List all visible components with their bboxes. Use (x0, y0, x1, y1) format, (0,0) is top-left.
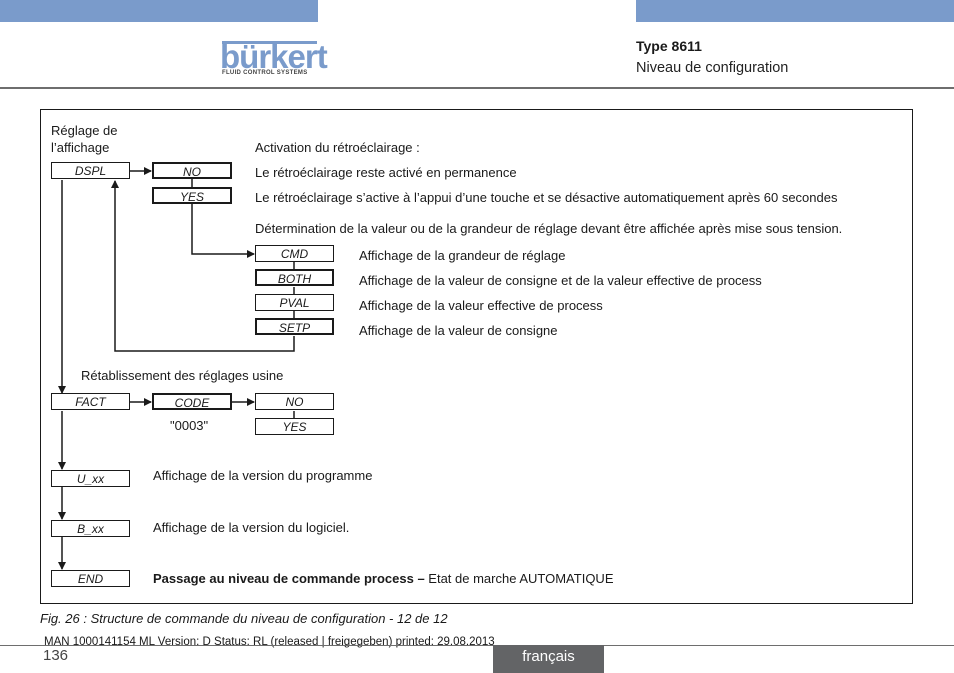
page-number: 136 (43, 647, 69, 664)
b-xx-desc: Affichage de la version du logiciel. (153, 520, 350, 535)
node-fact: FACT (51, 393, 130, 410)
both-desc: Affichage de la valeur de consigne et de… (359, 273, 762, 288)
node-cmd: CMD (255, 245, 334, 262)
end-desc-rest: Etat de marche AUTOMATIQUE (424, 571, 614, 586)
end-desc: Passage au niveau de commande process – … (153, 571, 614, 586)
node-factory-yes: YES (255, 418, 334, 435)
node-setp: SETP (255, 318, 334, 335)
dspl-section-label: Réglage de l’affichage (51, 123, 118, 155)
pval-desc: Affichage de la valeur effective de proc… (359, 298, 603, 313)
arrow-yes-cmd (191, 204, 255, 258)
code-value: "0003" (170, 418, 209, 433)
fact-title: Rétablissement des réglages usine (81, 368, 284, 383)
node-dspl: DSPL (51, 162, 130, 179)
backlight-yes-desc: Le rétroéclairage s’active à l’appui d’u… (255, 190, 838, 205)
node-b-xx: B_xx (51, 520, 130, 537)
node-u-xx: U_xx (51, 470, 130, 487)
footer-divider (0, 645, 954, 646)
node-backlight-no: NO (152, 162, 232, 179)
node-both: BOTH (255, 269, 334, 286)
node-pval: PVAL (255, 294, 334, 311)
node-backlight-yes: YES (152, 187, 232, 204)
display-title: Détermination de la valeur ou de la gran… (255, 221, 843, 236)
u-xx-desc: Affichage de la version du programme (153, 468, 373, 483)
backlight-title: Activation du rétroéclairage : (255, 140, 420, 155)
end-desc-bold: Passage au niveau de commande process – (153, 571, 425, 586)
node-factory-no: NO (255, 393, 334, 410)
document-status-line: MAN 1000141154 ML Version: D Status: RL … (44, 636, 495, 648)
backlight-no-desc: Le rétroéclairage reste activé en perman… (255, 165, 517, 180)
cmd-desc: Affichage de la grandeur de réglage (359, 248, 566, 263)
language-tab: français (493, 645, 604, 673)
node-code: CODE (152, 393, 232, 410)
setp-desc: Affichage de la valeur de consigne (359, 323, 558, 338)
figure-caption: Fig. 26 : Structure de commande du nivea… (40, 611, 448, 626)
node-end: END (51, 570, 130, 587)
